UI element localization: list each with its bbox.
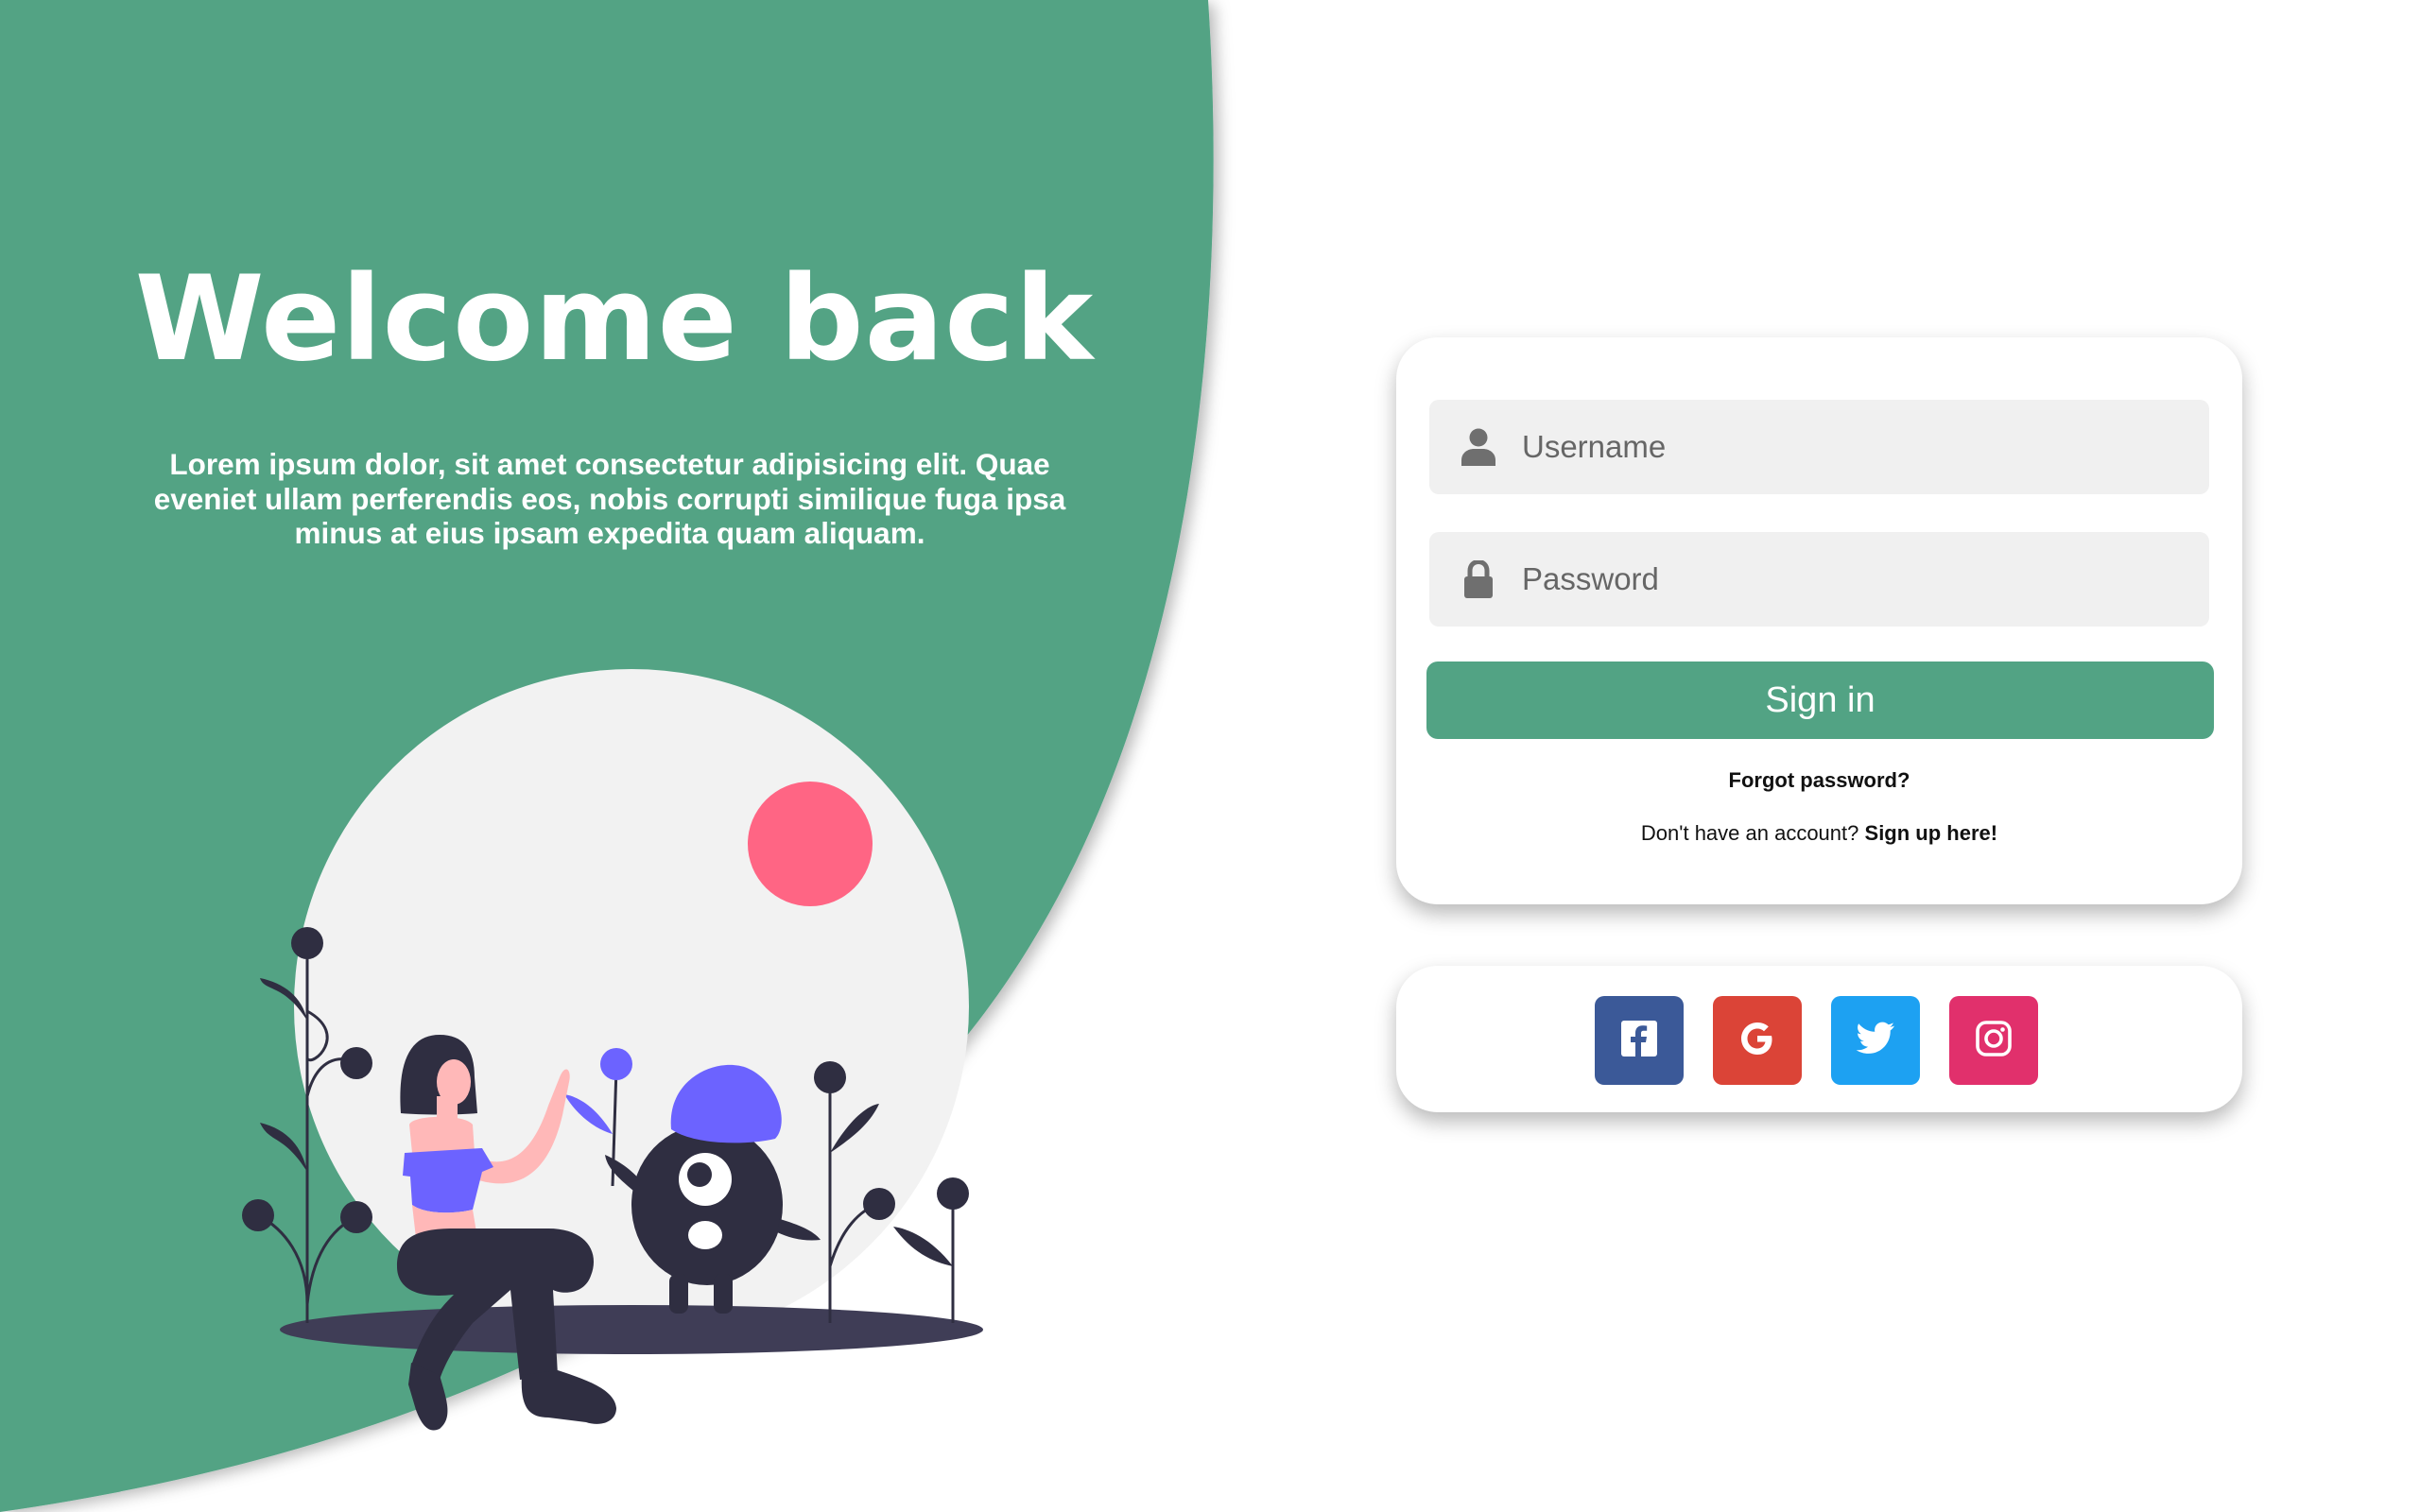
password-input[interactable] — [1522, 541, 2184, 617]
username-field[interactable] — [1429, 400, 2209, 494]
google-button[interactable] — [1713, 996, 1802, 1085]
signup-prompt: Don't have an account? Sign up here! — [1396, 821, 2242, 846]
instagram-icon — [1975, 1020, 2013, 1062]
login-page: Welcome back Lorem ipsum dolor, sit amet… — [0, 0, 2420, 1512]
illustration — [242, 669, 983, 1431]
sign-up-link[interactable]: Sign up here! — [1865, 821, 1998, 845]
facebook-button[interactable] — [1595, 996, 1684, 1085]
facebook-icon — [1620, 1020, 1658, 1062]
login-card: Sign in Forgot password? Don't have an a… — [1396, 337, 2242, 904]
instagram-button[interactable] — [1949, 996, 2038, 1085]
lock-icon — [1460, 560, 1497, 598]
user-icon — [1460, 428, 1497, 466]
hero-description: Lorem ipsum dolor, sit amet consectetur … — [153, 447, 1066, 550]
password-field[interactable] — [1429, 532, 2209, 627]
hero-title: Welcome back — [134, 251, 1095, 387]
illustration-circle — [294, 669, 969, 1344]
no-account-text: Don't have an account? — [1640, 821, 1859, 845]
google-icon — [1738, 1020, 1776, 1062]
twitter-icon — [1856, 1022, 1895, 1060]
sign-in-button[interactable]: Sign in — [1426, 662, 2214, 739]
illustration-ground — [280, 1305, 983, 1354]
twitter-button[interactable] — [1831, 996, 1920, 1085]
forgot-password-link[interactable]: Forgot password? — [1396, 768, 2242, 793]
username-input[interactable] — [1522, 409, 2184, 485]
social-login-card — [1396, 966, 2242, 1112]
social-buttons — [1595, 996, 2038, 1085]
illustration-sun — [748, 782, 873, 906]
